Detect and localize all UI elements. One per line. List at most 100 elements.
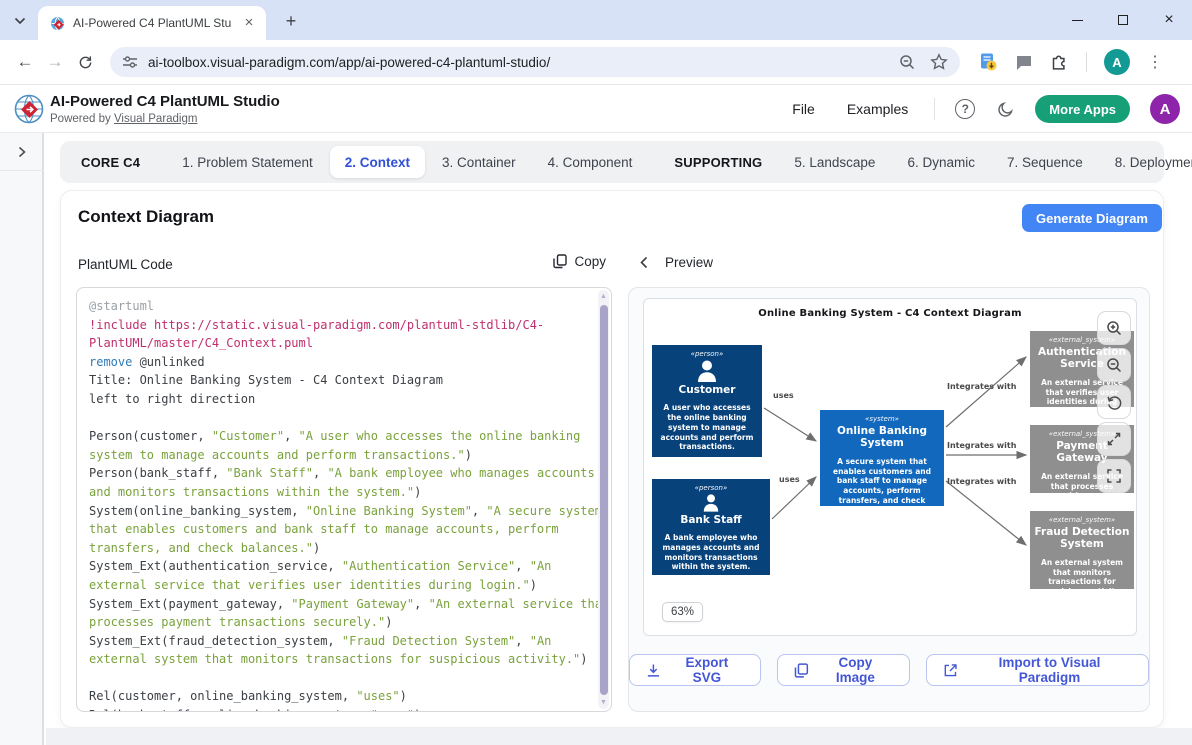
- reset-view-button[interactable]: [1097, 385, 1131, 419]
- diagram-node-bank-staff: «person»Bank StaffA bank employee who ma…: [652, 479, 770, 575]
- zoom-in-icon: [1106, 320, 1123, 337]
- expand-icon: [1106, 431, 1122, 447]
- copy-code-button[interactable]: Copy: [547, 253, 612, 270]
- person-icon: [695, 360, 719, 382]
- sidebar-expand-button[interactable]: [0, 133, 44, 171]
- tab-section-core-c4: CORE C4: [66, 146, 155, 178]
- tab-component[interactable]: 4. Component: [533, 146, 648, 178]
- edge-label: uses: [773, 391, 794, 400]
- import-to-vp-button[interactable]: Import to Visual Paradigm: [926, 654, 1149, 686]
- copy-image-label: Copy Image: [818, 655, 894, 685]
- code-line: System_Ext(authentication_service, "Auth…: [89, 557, 593, 576]
- visual-paradigm-logo: [14, 94, 44, 124]
- url-bar[interactable]: ai-toolbox.visual-paradigm.com/app/ai-po…: [110, 47, 960, 77]
- export-svg-button[interactable]: Export SVG: [629, 654, 761, 686]
- minimize-icon: [1072, 20, 1083, 21]
- code-line: and monitors transactions within the sys…: [89, 483, 593, 502]
- scroll-down-icon[interactable]: ▼: [598, 699, 609, 706]
- extensions-area: A ⋮: [978, 49, 1177, 75]
- browser-toolbar: ← → ai-toolbox.visual-paradigm.com/app/a…: [0, 40, 1192, 85]
- zoom-page-icon[interactable]: [899, 54, 916, 71]
- tab-search-button[interactable]: [8, 9, 32, 33]
- node-name: Fraud Detection System: [1034, 526, 1130, 551]
- zoom-in-button[interactable]: [1097, 311, 1131, 345]
- toolbar-divider: [1086, 52, 1087, 72]
- edge-label: uses: [779, 475, 800, 484]
- chevron-left-icon: [640, 256, 648, 269]
- tab-sequence[interactable]: 7. Sequence: [992, 146, 1098, 178]
- window-maximize-button[interactable]: [1100, 0, 1146, 40]
- node-stereotype: «external_system»: [1049, 516, 1116, 524]
- preview-collapse-button[interactable]: [640, 256, 648, 269]
- copy-image-button[interactable]: Copy Image: [777, 654, 910, 686]
- back-button[interactable]: ←: [10, 47, 40, 77]
- browser-tab-strip: AI-Powered C4 PlantUML Studio × + ×: [0, 0, 1192, 40]
- menu-file[interactable]: File: [786, 97, 821, 121]
- browser-menu-icon[interactable]: ⋮: [1147, 52, 1163, 72]
- user-avatar[interactable]: A: [1150, 94, 1180, 124]
- fit-icon: [1106, 468, 1122, 484]
- extensions-puzzle-icon[interactable]: [1050, 53, 1069, 72]
- page-footer-strip: [46, 728, 1192, 745]
- edge-label: Integrates with: [947, 441, 1016, 450]
- tab-section-supporting: SUPPORTING: [659, 146, 777, 178]
- app-header: AI-Powered C4 PlantUML Studio Powered by…: [0, 85, 1192, 133]
- tab-close-icon[interactable]: ×: [240, 14, 258, 32]
- more-apps-button[interactable]: More Apps: [1035, 95, 1130, 123]
- reload-button[interactable]: [70, 47, 100, 77]
- code-content[interactable]: @startuml!include https://static.visual-…: [89, 297, 593, 712]
- new-tab-button[interactable]: +: [280, 10, 302, 32]
- chevron-down-icon: [14, 17, 26, 25]
- tab-landscape[interactable]: 5. Landscape: [779, 146, 890, 178]
- diagram-node-customer: «person»CustomerA user who accesses the …: [652, 345, 762, 457]
- generate-diagram-button[interactable]: Generate Diagram: [1022, 204, 1162, 232]
- visual-paradigm-link[interactable]: Visual Paradigm: [114, 113, 198, 125]
- tab-context[interactable]: 2. Context: [330, 146, 425, 178]
- copy-icon: [794, 663, 809, 678]
- editor-scrollbar[interactable]: ▲ ▼: [598, 290, 609, 709]
- code-line: remove @unlinked: [89, 353, 593, 372]
- tab-problem-statement[interactable]: 1. Problem Statement: [167, 146, 328, 178]
- editor-scrollbar-thumb[interactable]: [600, 305, 608, 695]
- diagram-canvas[interactable]: Online Banking System - C4 Context Diagr…: [643, 298, 1137, 636]
- chevron-right-icon: [18, 146, 26, 158]
- tab-deployment[interactable]: 8. Deployment: [1100, 146, 1192, 178]
- url-text: ai-toolbox.visual-paradigm.com/app/ai-po…: [148, 55, 891, 70]
- scroll-up-icon[interactable]: ▲: [598, 293, 609, 300]
- code-line: System_Ext(fraud_detection_system, "Frau…: [89, 632, 593, 651]
- preview-panel: Online Banking System - C4 Context Diagr…: [628, 287, 1150, 712]
- node-name: Customer: [679, 384, 736, 396]
- preview-zoom-controls: [1097, 311, 1131, 493]
- expand-button[interactable]: [1097, 422, 1131, 456]
- tab-container[interactable]: 3. Container: [427, 146, 531, 178]
- code-line: [89, 409, 593, 428]
- edge-label: Integrates with: [947, 477, 1016, 486]
- browser-profile-avatar[interactable]: A: [1104, 49, 1130, 75]
- menu-examples[interactable]: Examples: [841, 97, 914, 121]
- code-line: [89, 669, 593, 688]
- dark-mode-icon[interactable]: [995, 99, 1015, 119]
- fit-view-button[interactable]: [1097, 459, 1131, 493]
- tab-dynamic[interactable]: 6. Dynamic: [892, 146, 990, 178]
- bookmark-star-icon[interactable]: [930, 53, 948, 71]
- comment-extension-icon[interactable]: [1015, 54, 1033, 71]
- forward-button[interactable]: →: [40, 47, 70, 77]
- site-info-icon[interactable]: [122, 55, 138, 69]
- code-line: PlantUML/master/C4_Context.puml: [89, 334, 593, 353]
- plantuml-code-editor[interactable]: @startuml!include https://static.visual-…: [76, 287, 612, 712]
- copy-label: Copy: [574, 254, 606, 269]
- window-minimize-button[interactable]: [1054, 0, 1100, 40]
- browser-tab-title: AI-Powered C4 PlantUML Studio: [73, 16, 231, 30]
- import-to-vp-label: Import to Visual Paradigm: [967, 655, 1132, 685]
- node-description: A bank employee who manages accounts and…: [656, 533, 766, 572]
- help-icon[interactable]: ?: [955, 99, 975, 119]
- edge-label: Integrates with: [947, 382, 1016, 391]
- node-stereotype: «person»: [695, 484, 728, 492]
- reading-list-extension-icon[interactable]: [978, 52, 998, 72]
- browser-tab[interactable]: AI-Powered C4 PlantUML Studio ×: [38, 6, 266, 40]
- code-line: Person(customer, "Customer", "A user who…: [89, 427, 593, 446]
- zoom-out-button[interactable]: [1097, 348, 1131, 382]
- diagram-edge: [946, 481, 1026, 545]
- close-icon: ×: [1164, 12, 1173, 28]
- window-close-button[interactable]: ×: [1146, 0, 1192, 40]
